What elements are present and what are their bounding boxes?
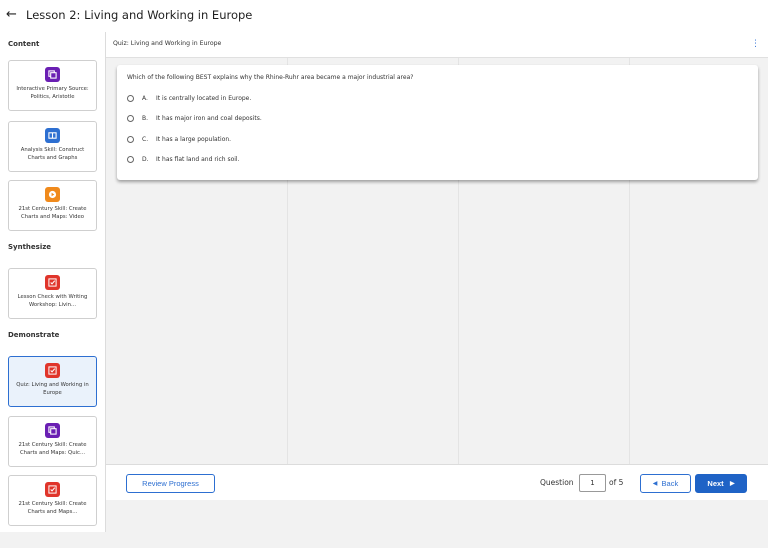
arrow-left-icon[interactable]: ← [6, 8, 20, 22]
top-bar: ← Lesson 2: Living and Working in Europe [0, 0, 768, 32]
option-letter: B. [142, 114, 149, 122]
sidebar-card-charts-maps[interactable]: 21st Century Skill: Create Charts and Ma… [8, 475, 97, 526]
back-button[interactable]: ◀ Back [640, 474, 691, 493]
lesson-title: Lesson 2: Living and Working in Europe [26, 8, 253, 22]
question-total-label: of 5 [609, 478, 624, 487]
option-text: It has major iron and coal deposits. [156, 114, 262, 122]
card-label: 21st Century Skill: Create Charts and Ma… [18, 206, 87, 220]
play-icon [45, 187, 60, 202]
card-label: Interactive Primary Source: Politics, Ar… [16, 86, 89, 100]
sidebar-card-quiz-active[interactable]: Quiz: Living and Working in Europe [8, 356, 97, 407]
quiz-title: Quiz: Living and Working in Europe [113, 40, 222, 47]
question-text: Which of the following BEST explains why… [127, 74, 414, 81]
card-label: 21st Century Skill: Create Charts and Ma… [18, 501, 87, 515]
sidebar-card-analysis-skill[interactable]: Analysis Skill: Construct Charts and Gra… [8, 121, 97, 172]
bottom-strip [0, 532, 768, 548]
radio-button[interactable] [127, 114, 134, 122]
answer-option-d[interactable]: D. It has flat land and rich soil. [127, 153, 240, 165]
quiz-main-area: Quiz: Living and Working in Europe ⋮ Whi… [106, 32, 768, 532]
answer-option-a[interactable]: A. It is centrally located in Europe. [127, 92, 251, 104]
section-heading-demonstrate: Demonstrate [8, 331, 60, 339]
quiz-header: Quiz: Living and Working in Europe ⋮ [106, 32, 768, 58]
review-progress-button[interactable]: Review Progress [126, 474, 215, 493]
answer-option-b[interactable]: B. It has major iron and coal deposits. [127, 112, 262, 124]
sidebar-card-lesson-check[interactable]: Lesson Check with Writing Workshop: Livi… [8, 268, 97, 319]
sidebar-card-video[interactable]: 21st Century Skill: Create Charts and Ma… [8, 180, 97, 231]
option-letter: A. [142, 94, 148, 102]
section-heading-synthesize: Synthesize [8, 243, 52, 251]
book-icon [45, 128, 60, 143]
question-card: Which of the following BEST explains why… [117, 65, 758, 180]
edit-check-icon [45, 482, 60, 497]
card-label: Quiz: Living and Working in Europe [16, 382, 89, 396]
option-letter: D. [142, 155, 149, 163]
copy-icon [45, 67, 60, 82]
edit-check-icon [45, 363, 60, 378]
option-text: It has a large population. [156, 135, 232, 143]
question-number-input[interactable] [579, 474, 606, 492]
caret-left-icon: ◀ [652, 481, 658, 487]
card-label: Lesson Check with Writing Workshop: Livi… [17, 294, 88, 308]
option-text: It is centrally located in Europe. [156, 94, 252, 102]
option-text: It has flat land and rich soil. [156, 155, 240, 163]
more-vertical-icon[interactable]: ⋮ [751, 39, 760, 49]
question-label: Question [540, 478, 574, 487]
card-label: Analysis Skill: Construct Charts and Gra… [20, 147, 85, 161]
edit-check-icon [45, 275, 60, 290]
radio-button[interactable] [127, 94, 134, 102]
copy-icon [45, 423, 60, 438]
next-label: Next [707, 479, 724, 488]
radio-button[interactable] [127, 135, 134, 143]
caret-right-icon: ▶ [729, 481, 735, 487]
card-label: 21st Century Skill: Create Charts and Ma… [18, 442, 87, 456]
option-letter: C. [142, 135, 149, 143]
section-heading-content: Content [8, 40, 40, 48]
answer-option-c[interactable]: C. It has a large population. [127, 133, 231, 145]
radio-button[interactable] [127, 155, 134, 163]
quiz-footer: Review Progress Question of 5 ◀ Back Nex… [106, 464, 768, 500]
sidebar-card-charts-maps-quick[interactable]: 21st Century Skill: Create Charts and Ma… [8, 416, 97, 467]
content-sidebar: Content Interactive Primary Source: Poli… [0, 32, 106, 532]
sidebar-card-primary-source[interactable]: Interactive Primary Source: Politics, Ar… [8, 60, 97, 111]
back-label: Back [661, 479, 679, 488]
next-button[interactable]: Next ▶ [695, 474, 747, 493]
